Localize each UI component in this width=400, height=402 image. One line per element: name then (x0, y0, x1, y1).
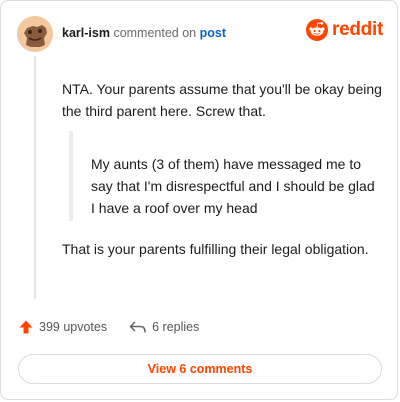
upvote-arrow-icon (19, 320, 33, 334)
avatar-icon (17, 16, 53, 52)
comment-actions: 399 upvotes 6 replies (18, 319, 199, 335)
avatar[interactable] (17, 16, 53, 52)
reply-arrow-icon (129, 321, 146, 333)
reddit-wordmark: reddit (332, 19, 383, 40)
comment-paragraph: NTA. Your parents assume that you'll be … (62, 81, 382, 119)
comment-paragraph: That is your parents fulfilling their le… (62, 241, 369, 257)
blockquote-bar (69, 131, 73, 221)
upvote-count: 399 upvotes (39, 320, 108, 334)
post-link[interactable]: post (200, 26, 226, 40)
username-link[interactable]: karl-ism (62, 26, 110, 40)
upvote-button[interactable]: 399 upvotes (18, 319, 107, 335)
reddit-logo[interactable]: reddit (306, 19, 383, 41)
comment-meta: karl-ism commented on post (62, 26, 226, 40)
thread-line[interactable] (34, 56, 36, 299)
reddit-snoo-icon (306, 19, 329, 41)
replies-count: 6 replies (152, 320, 200, 334)
comment-card: karl-ism commented on post reddit NTA. Y… (0, 0, 398, 400)
comment-action-text: commented on (113, 26, 197, 40)
blockquote-text: My aunts (3 of them) have messaged me to… (91, 156, 375, 216)
view-comments-button[interactable]: View 6 comments (18, 354, 382, 384)
replies-button[interactable]: 6 replies (129, 320, 199, 334)
